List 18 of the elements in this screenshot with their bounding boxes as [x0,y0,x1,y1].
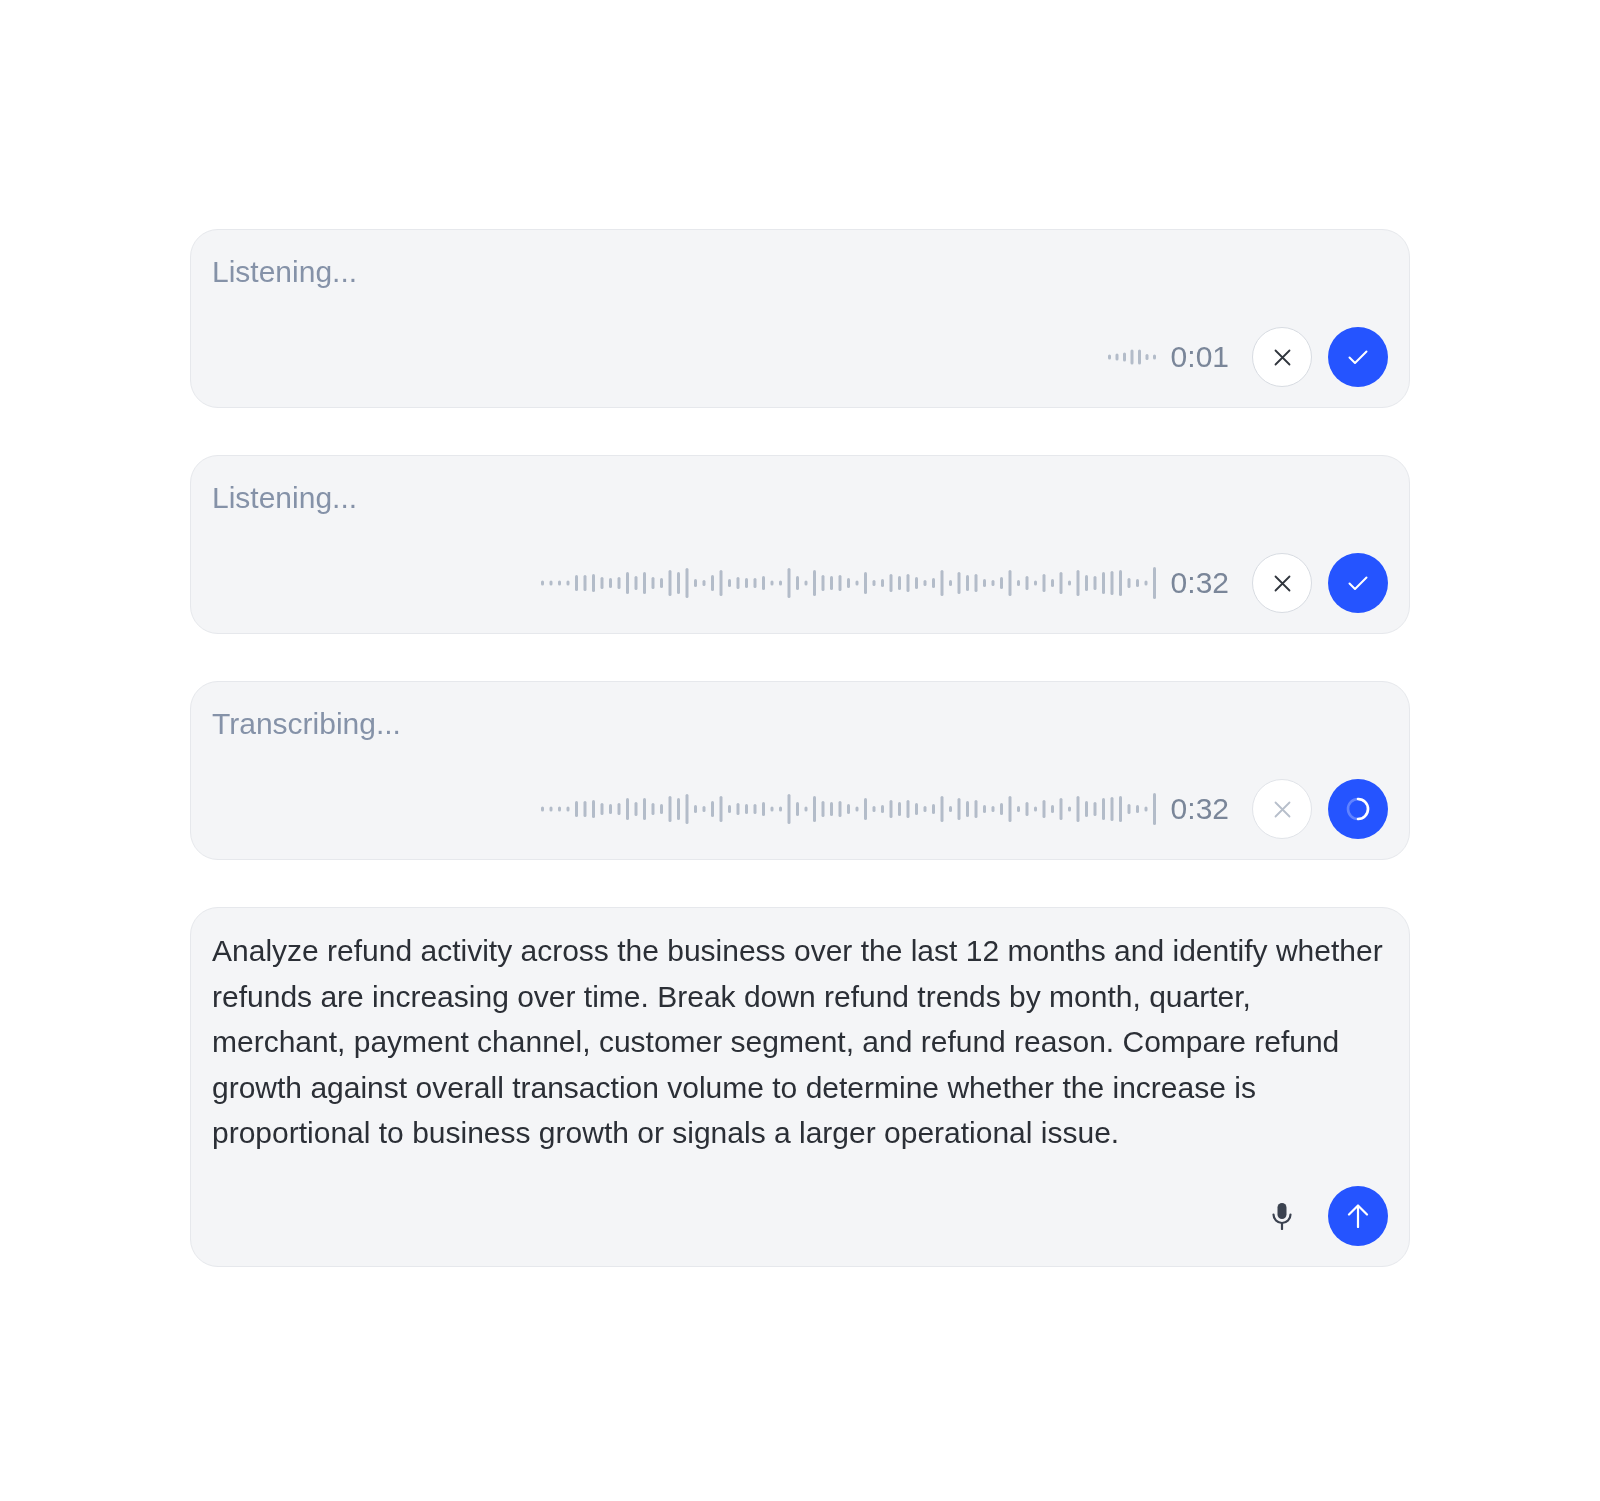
recording-timer: 0:32 [1170,565,1229,601]
confirm-button[interactable] [1328,327,1388,387]
microphone-icon [1272,1201,1292,1230]
close-icon [1273,348,1291,366]
close-icon [1273,800,1291,818]
message-field[interactable]: Listening... [212,478,1388,518]
confirm-button[interactable] [1328,779,1388,839]
check-icon [1348,575,1368,591]
loading-spinner-icon [1346,797,1370,821]
message-field[interactable]: Transcribing... [212,704,1388,744]
prompt-field[interactable]: Analyze refund activity across the business over the last 12 months and identify whether refunds are increasing over time. Break down refund trends by month, quarter, merchant, payment channel, customer segment, and refund reason. Compare refund growth against overall transaction volume to determine whether the increase is proportional to business growth or signals a larger operational issue. [212,928,1388,1156]
message-field[interactable]: Listening... [212,252,1388,292]
recording-timer: 0:01 [1170,339,1229,375]
recording-timer: 0:32 [1170,791,1229,827]
arrow-up-icon [1347,1203,1369,1228]
check-icon [1348,349,1368,365]
close-icon [1273,574,1291,592]
confirm-button[interactable] [1328,553,1388,613]
